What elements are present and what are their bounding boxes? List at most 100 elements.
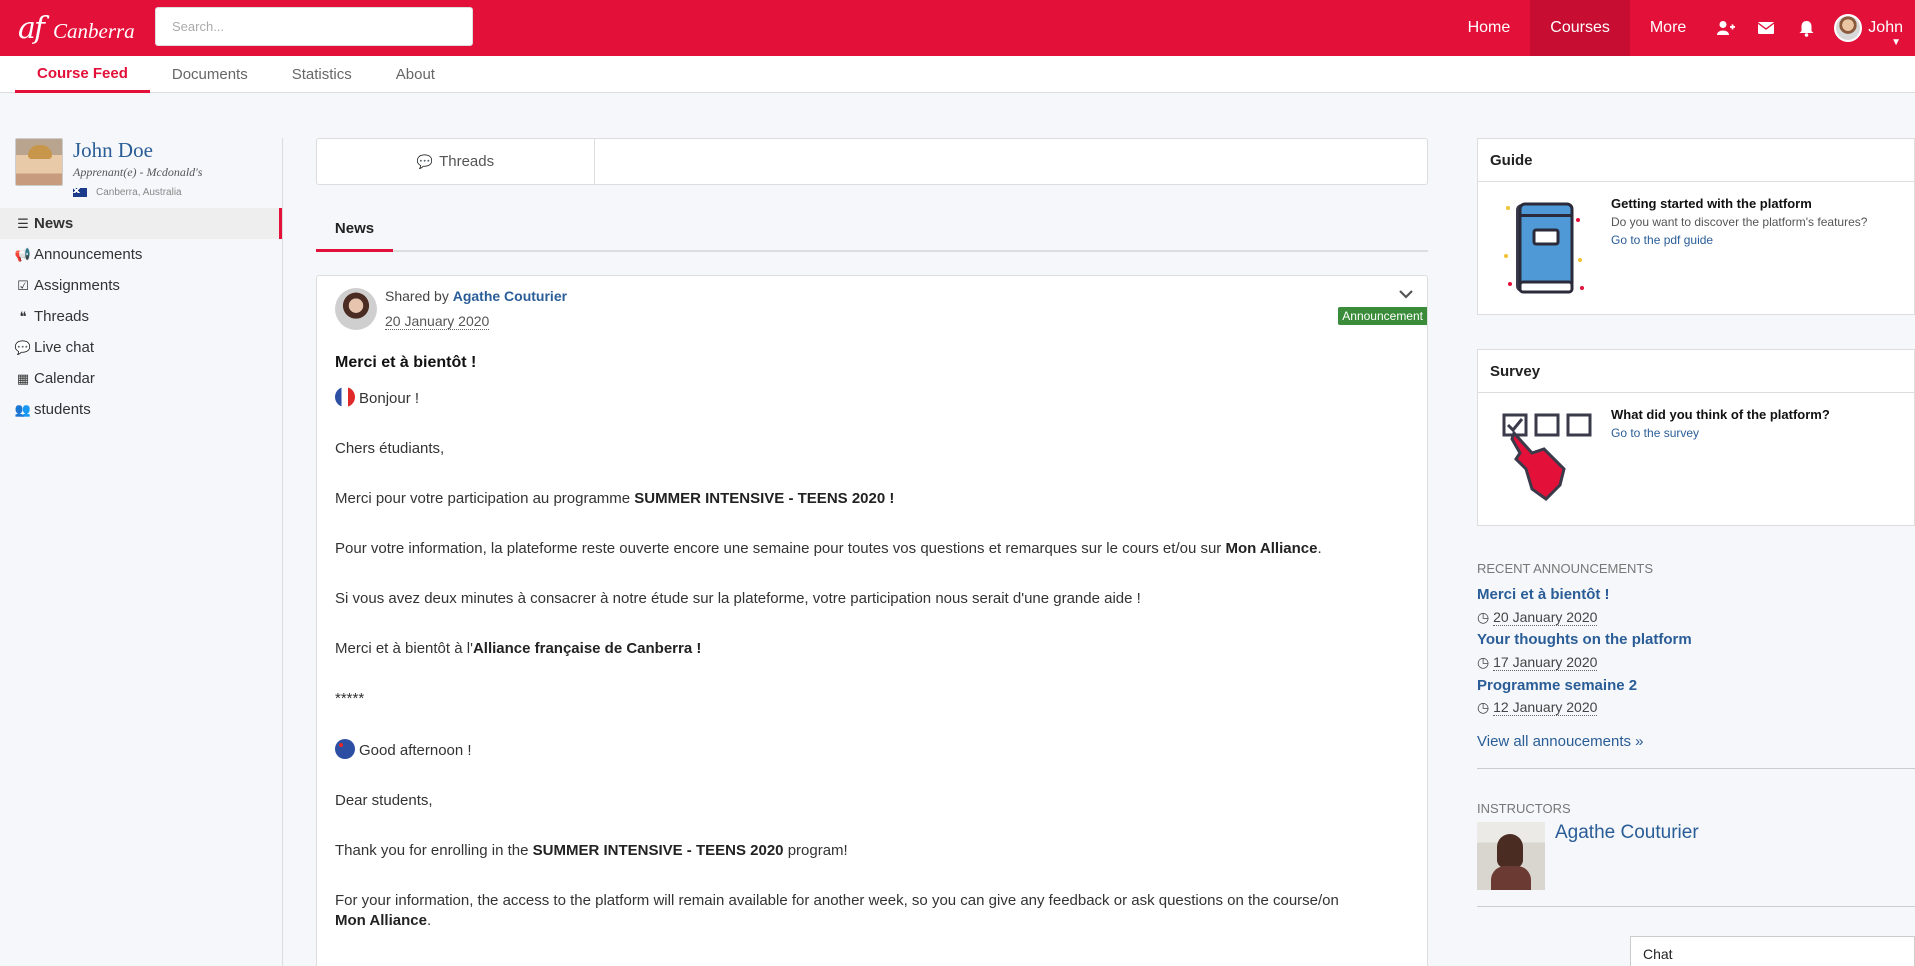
mon-alliance-text: Mon Alliance [1225,540,1318,557]
tab-documents[interactable]: Documents [150,56,270,92]
quote-icon: ❝ [19,308,27,324]
section-divider [1477,906,1915,907]
text-span: Thank you for enrolling in the [335,842,533,859]
user-name: John [1868,19,1903,36]
course-subnav: Course Feed Documents Statistics About [0,56,1915,93]
caret-down-icon: ▼ [1891,37,1901,48]
post-body: Merci et à bientôt ! Bonjour ! Chers étu… [335,354,1415,931]
sidebar-item-students[interactable]: 👥 students [0,394,283,425]
users-icon: 👥 [14,401,32,417]
news-tabs: News [316,208,1428,252]
date-text: 20 January 2020 [1493,609,1598,626]
recent-announcement-link[interactable]: Merci et à bientôt ! [1477,586,1610,603]
sidebar-item-label: News [34,215,74,232]
logo-city: Canberra [53,18,135,43]
recent-announcement-link[interactable]: Your thoughts on the platform [1477,631,1692,648]
threads-filter-label: Threads [439,153,495,170]
announcement-post: Shared by Agathe Couturier 20 January 20… [316,275,1428,966]
en-greeting-text: Good afternoon ! [359,742,472,759]
envelope-icon[interactable] [1746,0,1786,56]
guide-card: Guide Getting started with the platform … [1477,138,1915,315]
sidebar-item-label: Announcements [34,246,143,263]
guide-title: Guide [1478,139,1914,182]
profile-location: Canberra, Australia [73,187,202,198]
bullhorn-icon: 📢 [14,246,32,262]
author-avatar[interactable] [335,288,377,330]
fr-paragraph: Pour votre information, la plateforme re… [335,539,1415,559]
sidebar-item-announcements[interactable]: 📢 Announcements [0,239,283,270]
en-greeting: Good afternoon ! [335,739,1415,761]
recent-announcement-date: ◷ 17 January 2020 [1477,654,1598,671]
tab-about[interactable]: About [374,56,457,92]
comment-icon: 💬 [14,339,32,355]
profile-photo[interactable] [15,138,63,186]
instructor-name-link[interactable]: Agathe Couturier [1555,822,1699,844]
sidebar-item-live-chat[interactable]: 💬 Live chat [0,332,283,363]
nav-courses[interactable]: Courses [1530,0,1630,56]
guide-heading: Getting started with the platform [1611,196,1812,211]
date-text: 17 January 2020 [1493,654,1598,671]
chat-panel[interactable]: Chat [1630,936,1915,966]
survey-title: Survey [1478,350,1914,393]
search-input[interactable] [155,7,473,46]
top-bar: af Canberra Home Courses More John ▼ [0,0,1915,56]
guide-pdf-link[interactable]: Go to the pdf guide [1611,233,1867,247]
instructor-photo[interactable] [1477,822,1545,890]
text-span: For your information, the access to the … [335,892,1339,909]
sidebar-item-label: Assignments [34,277,120,294]
sidebar-item-label: Threads [34,308,90,325]
separator-text: ***** [335,690,365,707]
nav-home[interactable]: Home [1448,0,1531,56]
profile-info: John Doe Apprenant(e) - Mcdonald's Canbe… [73,138,202,208]
view-all-announcements-link[interactable]: View all annoucements » [1477,733,1644,750]
post-author-link[interactable]: Agathe Couturier [453,288,567,304]
en-paragraph: Thank you for enrolling in the SUMMER IN… [335,841,1415,861]
clock-icon: ◷ [1477,699,1490,715]
shared-by-label: Shared by [385,288,449,304]
survey-checkbox-icon [1502,413,1592,501]
program-name: SUMMER INTENSIVE - TEENS 2020 [532,842,784,859]
sidebar-item-news[interactable]: ☰ News [0,208,283,239]
australia-flag-icon [335,739,355,759]
post-title: Merci et à bientôt ! [335,354,477,371]
fr-paragraph: Merci et à bientôt à l'Alliance français… [335,639,1415,659]
profile-name[interactable]: John Doe [73,138,202,162]
recent-announcement-date: ◷ 20 January 2020 [1477,609,1598,626]
add-user-icon[interactable] [1706,0,1746,56]
sidebar-item-calendar[interactable]: ▦ Calendar [0,363,283,394]
profile-card: John Doe Apprenant(e) - Mcdonald's Canbe… [0,138,283,208]
en-paragraph: Dear students, [335,792,433,809]
sidebar-menu: ☰ News 📢 Announcements ☑ Assignments ❝ T… [0,208,283,425]
text-span: . [426,912,432,929]
post-date: 20 January 2020 [385,313,490,330]
top-nav: Home Courses More John ▼ [1448,0,1915,56]
clock-icon: ◷ [1477,609,1490,625]
tab-news[interactable]: News [316,208,393,252]
announcement-badge: Announcement [1338,307,1427,325]
recent-announcement-link[interactable]: Programme semaine 2 [1477,677,1637,694]
threads-filter-tab[interactable]: 💬 Threads [317,139,595,184]
sidebar-item-label: Calendar [34,370,95,387]
mon-alliance-text: Mon Alliance [335,912,427,929]
tab-statistics[interactable]: Statistics [270,56,374,92]
user-menu[interactable]: John ▼ [1826,0,1915,56]
nav-more[interactable]: More [1630,0,1706,56]
recent-announcements-label: RECENT ANNOUNCEMENTS [1477,561,1654,576]
guide-description: Do you want to discover the platform's f… [1611,215,1868,229]
survey-link[interactable]: Go to the survey [1611,426,1830,440]
guide-text: Getting started with the platform Do you… [1611,196,1867,247]
book-icon [1504,202,1584,294]
program-name: SUMMER INTENSIVE - TEENS 2020 ! [634,490,895,507]
sidebar-item-assignments[interactable]: ☑ Assignments [0,270,283,301]
comments-icon: 💬 [416,153,434,169]
tab-course-feed[interactable]: Course Feed [15,56,150,93]
sidebar-item-label: Live chat [34,339,95,356]
calendar-icon: ▦ [16,370,30,386]
sidebar-item-threads[interactable]: ❝ Threads [0,301,283,332]
profile-role: Apprenant(e) - Mcdonald's [73,165,203,179]
user-avatar [1834,14,1863,42]
bell-icon[interactable] [1786,0,1826,56]
brand-logo[interactable]: af Canberra [18,11,135,46]
chevron-down-icon[interactable] [1399,286,1413,302]
feed-filter-bar: 💬 Threads [316,138,1428,185]
